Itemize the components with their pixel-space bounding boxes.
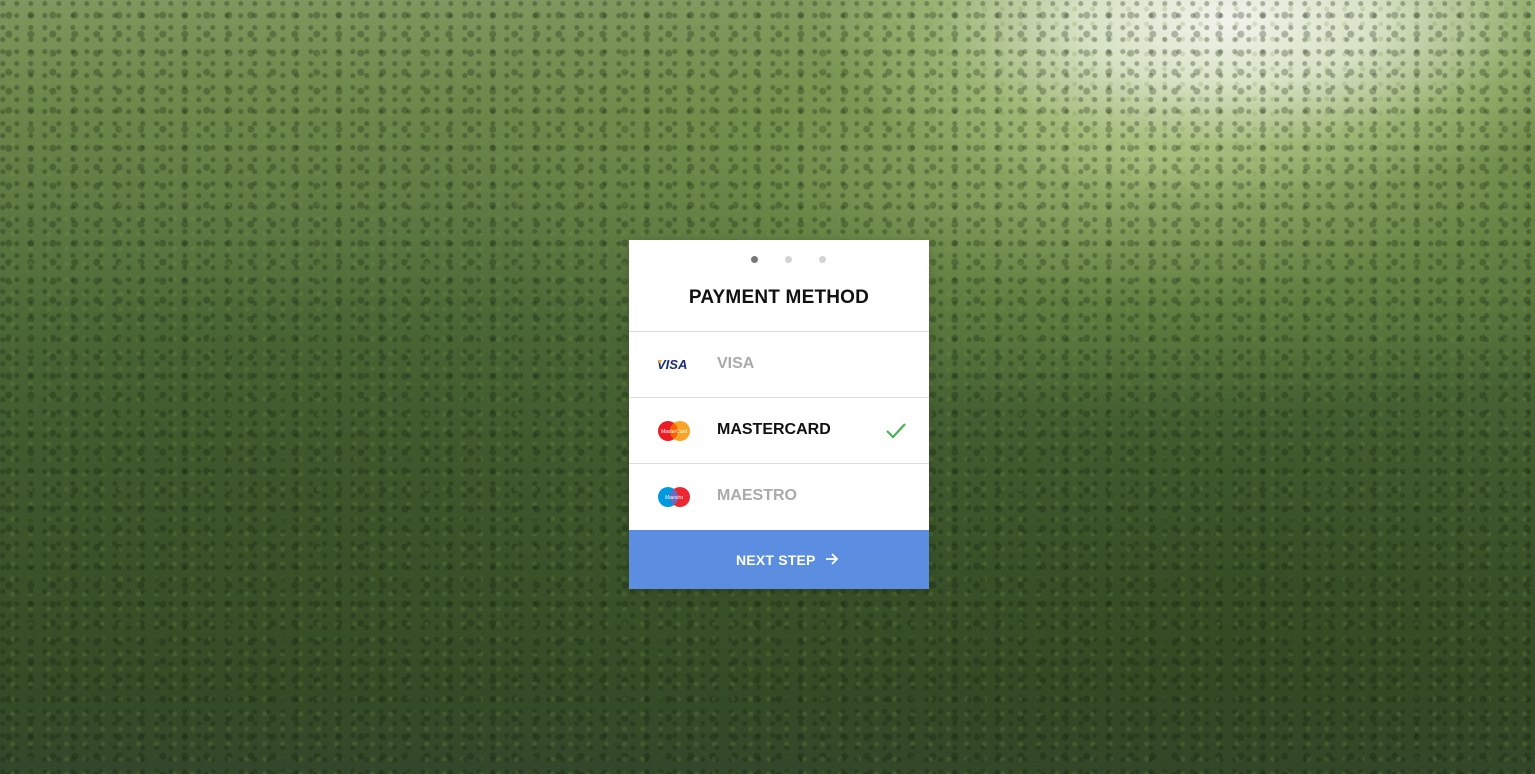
mastercard-logo-icon: MasterCard	[657, 420, 691, 442]
payment-option-maestro[interactable]: Maestro MAESTRO	[629, 463, 929, 530]
visa-logo-icon: VISA	[657, 354, 691, 376]
payment-option-label: MASTERCARD	[717, 421, 831, 438]
step-dot-1[interactable]	[751, 256, 758, 263]
payment-option-visa[interactable]: VISA VISA	[629, 331, 929, 398]
next-step-label: NEXT STEP	[736, 552, 816, 568]
svg-text:Maestro: Maestro	[665, 495, 683, 501]
payment-method-card: PAYMENT METHOD VISA VISA MasterCard MAST…	[629, 240, 929, 589]
svg-text:VISA: VISA	[657, 357, 687, 372]
checkmark-icon	[885, 420, 907, 442]
step-dot-3[interactable]	[819, 256, 826, 263]
arrow-right-icon	[825, 552, 839, 566]
maestro-logo-icon: Maestro	[657, 486, 691, 508]
step-indicator	[629, 256, 929, 264]
payment-option-label: VISA	[717, 355, 755, 372]
page-title: PAYMENT METHOD	[688, 287, 870, 308]
next-step-button[interactable]: NEXT STEP	[629, 530, 929, 589]
payment-option-mastercard[interactable]: MasterCard MASTERCARD	[629, 397, 929, 464]
payment-option-label: MAESTRO	[717, 487, 797, 504]
step-dot-2[interactable]	[785, 256, 792, 263]
svg-text:MasterCard: MasterCard	[661, 429, 687, 435]
